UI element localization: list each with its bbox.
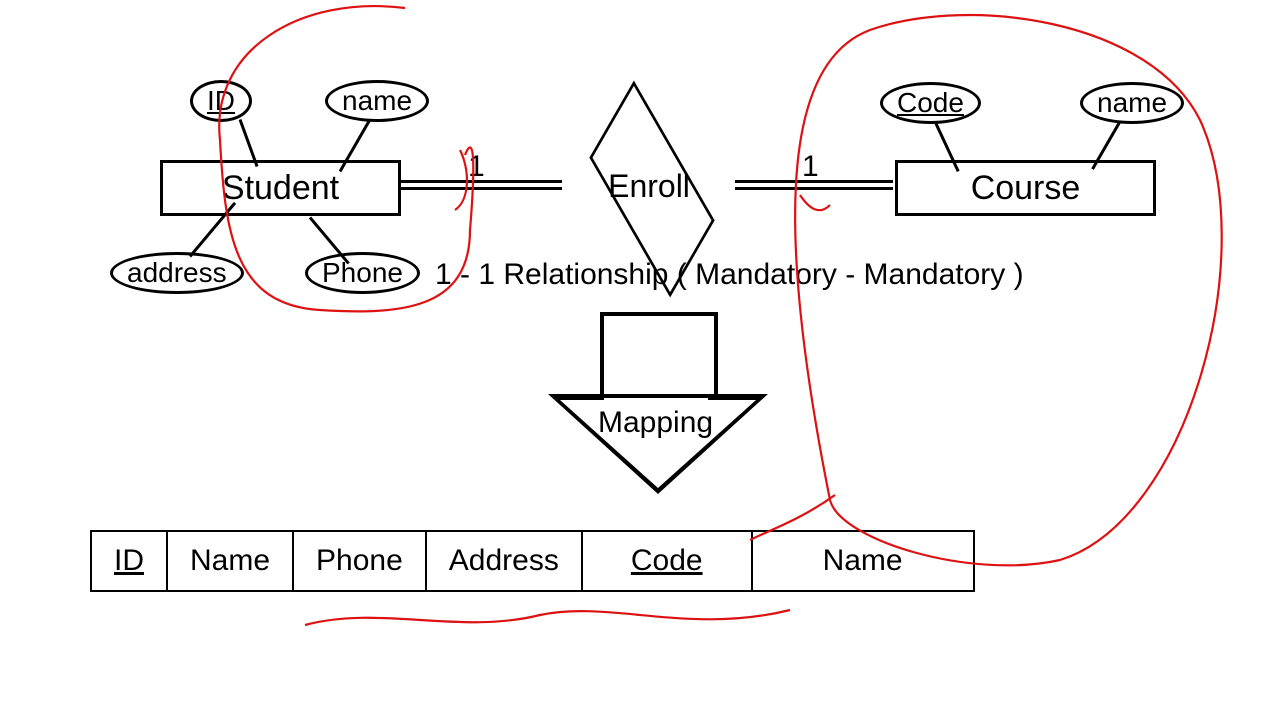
mapping-arrow-mask	[604, 398, 708, 406]
annotation-ink-layer	[0, 0, 1280, 720]
annotation-circle-student	[219, 6, 473, 311]
mapping-arrow-label: Mapping	[598, 406, 713, 440]
diagram-canvas: Student Course ID name address Phone Cod…	[0, 0, 1280, 720]
annotation-squiggle	[305, 610, 790, 625]
annotation-circle-course	[795, 15, 1222, 565]
annotation-pointer-code	[750, 495, 835, 540]
annotation-hook-right	[800, 195, 830, 210]
annotation-hook-left	[455, 150, 467, 210]
